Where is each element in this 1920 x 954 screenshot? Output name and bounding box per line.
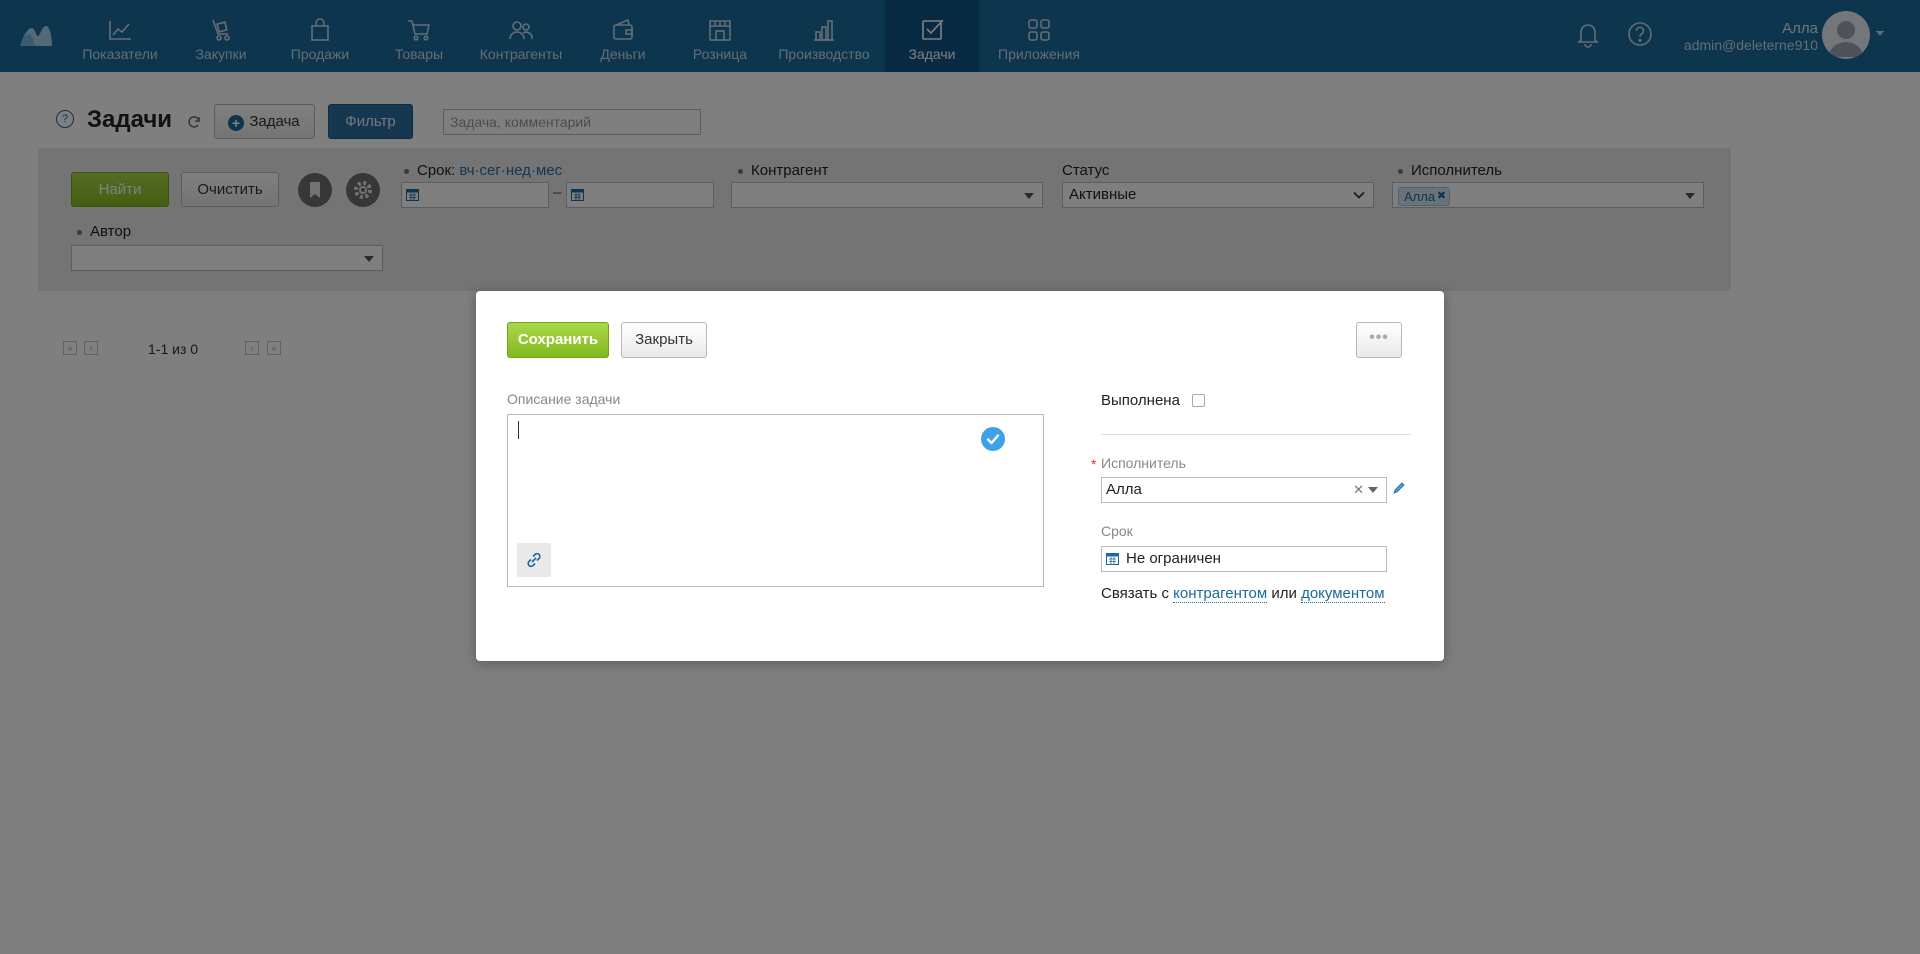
link-or: или — [1271, 585, 1297, 602]
link-with-row: Связать с контрагентом или документом — [1101, 585, 1385, 603]
done-checkbox[interactable] — [1192, 394, 1205, 407]
calendar-icon — [1106, 553, 1119, 565]
link-icon — [527, 552, 541, 568]
clear-selection-icon[interactable]: ✕ — [1353, 478, 1364, 502]
save-button[interactable]: Сохранить — [507, 322, 609, 358]
link-document[interactable]: документом — [1301, 585, 1385, 603]
link-counterparty[interactable]: контрагентом — [1173, 585, 1268, 603]
required-marker: * — [1091, 456, 1097, 472]
assignee-value: Алла — [1106, 481, 1142, 498]
dropdown-caret-icon — [1368, 487, 1378, 493]
link-prefix: Связать с — [1101, 585, 1169, 602]
divider — [1101, 434, 1411, 435]
check-circle-icon[interactable] — [981, 427, 1005, 451]
done-label: Выполнена — [1101, 392, 1180, 409]
text-cursor — [518, 421, 519, 439]
close-button[interactable]: Закрыть — [621, 322, 707, 358]
description-textarea[interactable] — [507, 414, 1044, 587]
pencil-icon[interactable] — [1392, 481, 1406, 495]
description-label: Описание задачи — [507, 391, 621, 407]
attach-link-button[interactable] — [517, 543, 551, 577]
assignee-select[interactable]: Алла ✕ — [1101, 477, 1387, 503]
deadline-value: Не ограничен — [1126, 550, 1221, 567]
deadline-label: Срок — [1101, 523, 1133, 539]
deadline-input[interactable]: Не ограничен — [1101, 546, 1387, 572]
more-options-button[interactable]: ••• — [1356, 322, 1402, 358]
task-dialog: Сохранить Закрыть ••• Описание задачи Вы… — [476, 291, 1444, 661]
assignee-label: Исполнитель — [1101, 455, 1186, 471]
